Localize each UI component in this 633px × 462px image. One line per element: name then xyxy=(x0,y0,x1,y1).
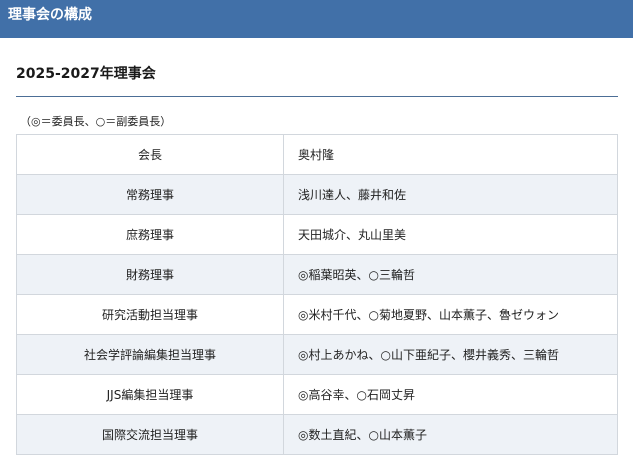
board-members-table: 会長 奥村隆 常務理事 浅川達人、藤井和佐 庶務理事 天田城介、丸山里美 財務理… xyxy=(16,134,618,455)
role-cell: 社会学評論編集担当理事 xyxy=(16,334,284,375)
table-row: 財務理事 ◎稲葉昭英、○三輪哲 xyxy=(16,254,618,295)
role-cell: 国際交流担当理事 xyxy=(16,414,284,455)
members-cell: ◎米村千代、○菊地夏野、山本薫子、魯ゼウォン xyxy=(283,294,618,335)
members-cell: 浅川達人、藤井和佐 xyxy=(283,174,618,215)
table-row: 庶務理事 天田城介、丸山里美 xyxy=(16,214,618,255)
members-cell: ◎高谷幸、○石岡丈昇 xyxy=(283,374,618,415)
table-row: 会長 奥村隆 xyxy=(16,134,618,175)
role-cell: 常務理事 xyxy=(16,174,284,215)
role-cell: 研究活動担当理事 xyxy=(16,294,284,335)
members-cell: 天田城介、丸山里美 xyxy=(283,214,618,255)
table-row: 国際交流担当理事 ◎数土直紀、○山本薫子 xyxy=(16,414,618,455)
table-row: 研究活動担当理事 ◎米村千代、○菊地夏野、山本薫子、魯ゼウォン xyxy=(16,294,618,335)
table-row: 常務理事 浅川達人、藤井和佐 xyxy=(16,174,618,215)
role-legend: （◎＝委員長、○＝副委員長） xyxy=(20,115,172,128)
members-cell: ◎村上あかね、○山下亜紀子、櫻井義秀、三輪哲 xyxy=(283,334,618,375)
table-row: JJS編集担当理事 ◎高谷幸、○石岡丈昇 xyxy=(16,374,618,415)
role-cell: 庶務理事 xyxy=(16,214,284,255)
section-divider xyxy=(16,96,618,97)
section-title: 2025-2027年理事会 xyxy=(16,66,156,82)
page-header: 理事会の構成 xyxy=(0,0,633,38)
role-cell: JJS編集担当理事 xyxy=(16,374,284,415)
members-cell: ◎稲葉昭英、○三輪哲 xyxy=(283,254,618,295)
table-row: 社会学評論編集担当理事 ◎村上あかね、○山下亜紀子、櫻井義秀、三輪哲 xyxy=(16,334,618,375)
page-title: 理事会の構成 xyxy=(8,7,92,23)
members-cell: ◎数土直紀、○山本薫子 xyxy=(283,414,618,455)
members-cell: 奥村隆 xyxy=(283,134,618,175)
role-cell: 財務理事 xyxy=(16,254,284,295)
role-cell: 会長 xyxy=(16,134,284,175)
